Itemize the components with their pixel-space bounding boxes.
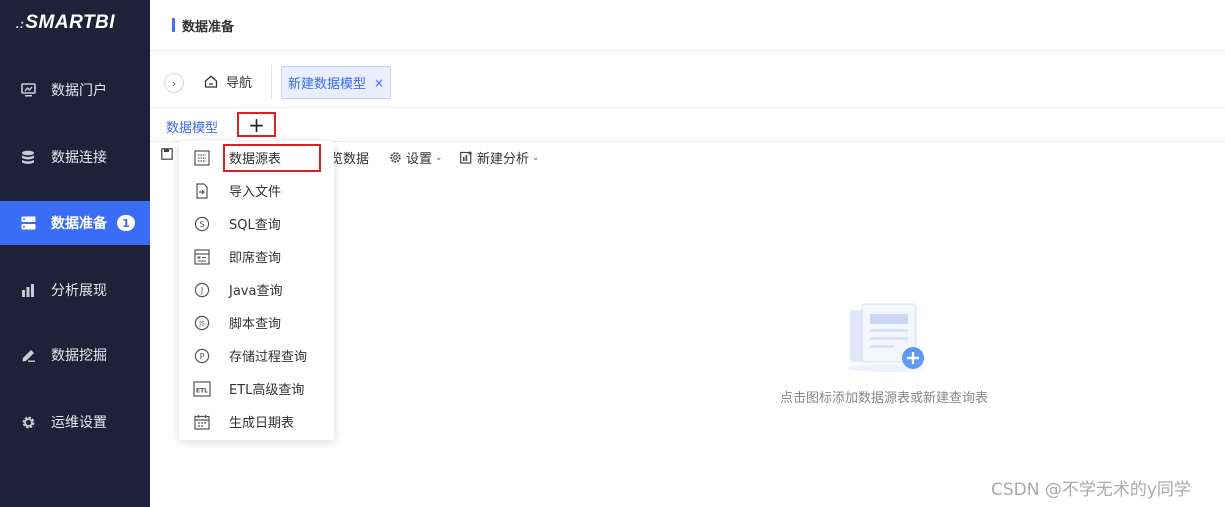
- tab-data-model[interactable]: 数据模型: [166, 117, 218, 136]
- bar-chart-icon: [20, 282, 36, 298]
- table-icon: [193, 149, 211, 167]
- menu-item-import-file[interactable]: 导入文件: [179, 174, 334, 207]
- menu-item-script-query[interactable]: JS 脚本查询: [179, 306, 334, 339]
- chevron-down-icon: ⌄: [532, 152, 540, 163]
- menu-item-date-table[interactable]: 生成日期表: [179, 405, 334, 438]
- database-icon: [20, 149, 36, 165]
- svg-text:J: J: [200, 286, 203, 295]
- highlight-box: [223, 144, 321, 172]
- menu-item-adhoc-query[interactable]: 即席查询: [179, 240, 334, 273]
- sidebar-item-analysis[interactable]: 分析展现: [0, 268, 150, 312]
- calendar-icon: [193, 413, 211, 431]
- notification-badge: 1: [117, 215, 135, 231]
- menu-item-etl-query[interactable]: ETL ETL高级查询: [179, 372, 334, 405]
- sql-icon: S: [193, 215, 211, 233]
- pen-icon: [20, 347, 36, 363]
- svg-text:ETL: ETL: [196, 387, 208, 394]
- watermark: CSDN @不学无术的y同学: [991, 480, 1191, 500]
- add-node-menu: 数据源表 导入文件 S SQL查询 即席查询 J Java查询 JS 脚本查询 …: [179, 141, 334, 440]
- home-icon: [204, 75, 218, 88]
- logo: .:SMARTBI: [16, 12, 116, 33]
- procedure-icon: P: [193, 347, 211, 365]
- menu-item-sql-query[interactable]: S SQL查询: [179, 207, 334, 240]
- script-icon: JS: [193, 314, 211, 332]
- menu-item-procedure-query[interactable]: P 存储过程查询: [179, 339, 334, 372]
- chevron-down-icon: ⌄: [435, 152, 443, 163]
- java-icon: J: [193, 281, 211, 299]
- server-icon: [20, 215, 36, 231]
- settings-dropdown[interactable]: 设置 ⌄: [389, 148, 443, 167]
- close-icon[interactable]: ×: [374, 76, 384, 90]
- menu-item-java-query[interactable]: J Java查询: [179, 273, 334, 306]
- menu-item-data-source-table[interactable]: 数据源表: [179, 141, 334, 174]
- sidebar-item-ops-settings[interactable]: 运维设置: [0, 400, 150, 444]
- empty-state-illustration[interactable]: [840, 302, 930, 374]
- new-analysis-dropdown[interactable]: 新建分析 ⌄: [460, 148, 540, 167]
- tab-navigation[interactable]: 导航: [204, 72, 252, 91]
- tab-divider: [271, 65, 272, 99]
- sidebar-item-data-connection[interactable]: 数据连接: [0, 135, 150, 179]
- settings-icon: [390, 152, 401, 163]
- sidebar-item-data-prep[interactable]: 数据准备 1: [0, 201, 150, 245]
- title-accent-bar: [172, 18, 175, 32]
- save-icon[interactable]: [161, 148, 173, 160]
- page-title: 数据准备: [182, 20, 235, 35]
- empty-state-text: 点击图标添加数据源表或新建查询表: [780, 391, 989, 406]
- model-subtabs: 数据模型 +: [150, 108, 1225, 142]
- svg-text:S: S: [199, 220, 204, 229]
- sidebar: .:SMARTBI 数据门户 数据连接 数据准备 1 分析展现 数据挖掘 运维设…: [0, 0, 150, 507]
- gear-icon: [20, 414, 36, 430]
- sidebar-item-data-portal[interactable]: 数据门户: [0, 68, 150, 112]
- plus-icon: +: [248, 112, 265, 137]
- sidebar-item-data-mining[interactable]: 数据挖掘: [0, 333, 150, 377]
- svg-text:JS: JS: [198, 320, 205, 327]
- chevron-right-icon: ›: [171, 76, 177, 90]
- tab-bar: › 导航 新建数据模型 ×: [150, 51, 1225, 108]
- file-import-icon: [193, 182, 211, 200]
- tab-new-data-model[interactable]: 新建数据模型 ×: [281, 66, 392, 99]
- add-node-button[interactable]: +: [237, 112, 276, 137]
- new-analysis-icon: [460, 151, 472, 164]
- etl-icon: ETL: [193, 380, 211, 398]
- preview-data-button[interactable]: 览数据: [330, 148, 369, 167]
- adhoc-icon: [193, 248, 211, 266]
- svg-text:P: P: [200, 352, 205, 361]
- expand-sidebar-button[interactable]: ›: [164, 73, 184, 93]
- page-header: 数据准备: [150, 0, 1225, 51]
- portal-icon: [20, 82, 36, 98]
